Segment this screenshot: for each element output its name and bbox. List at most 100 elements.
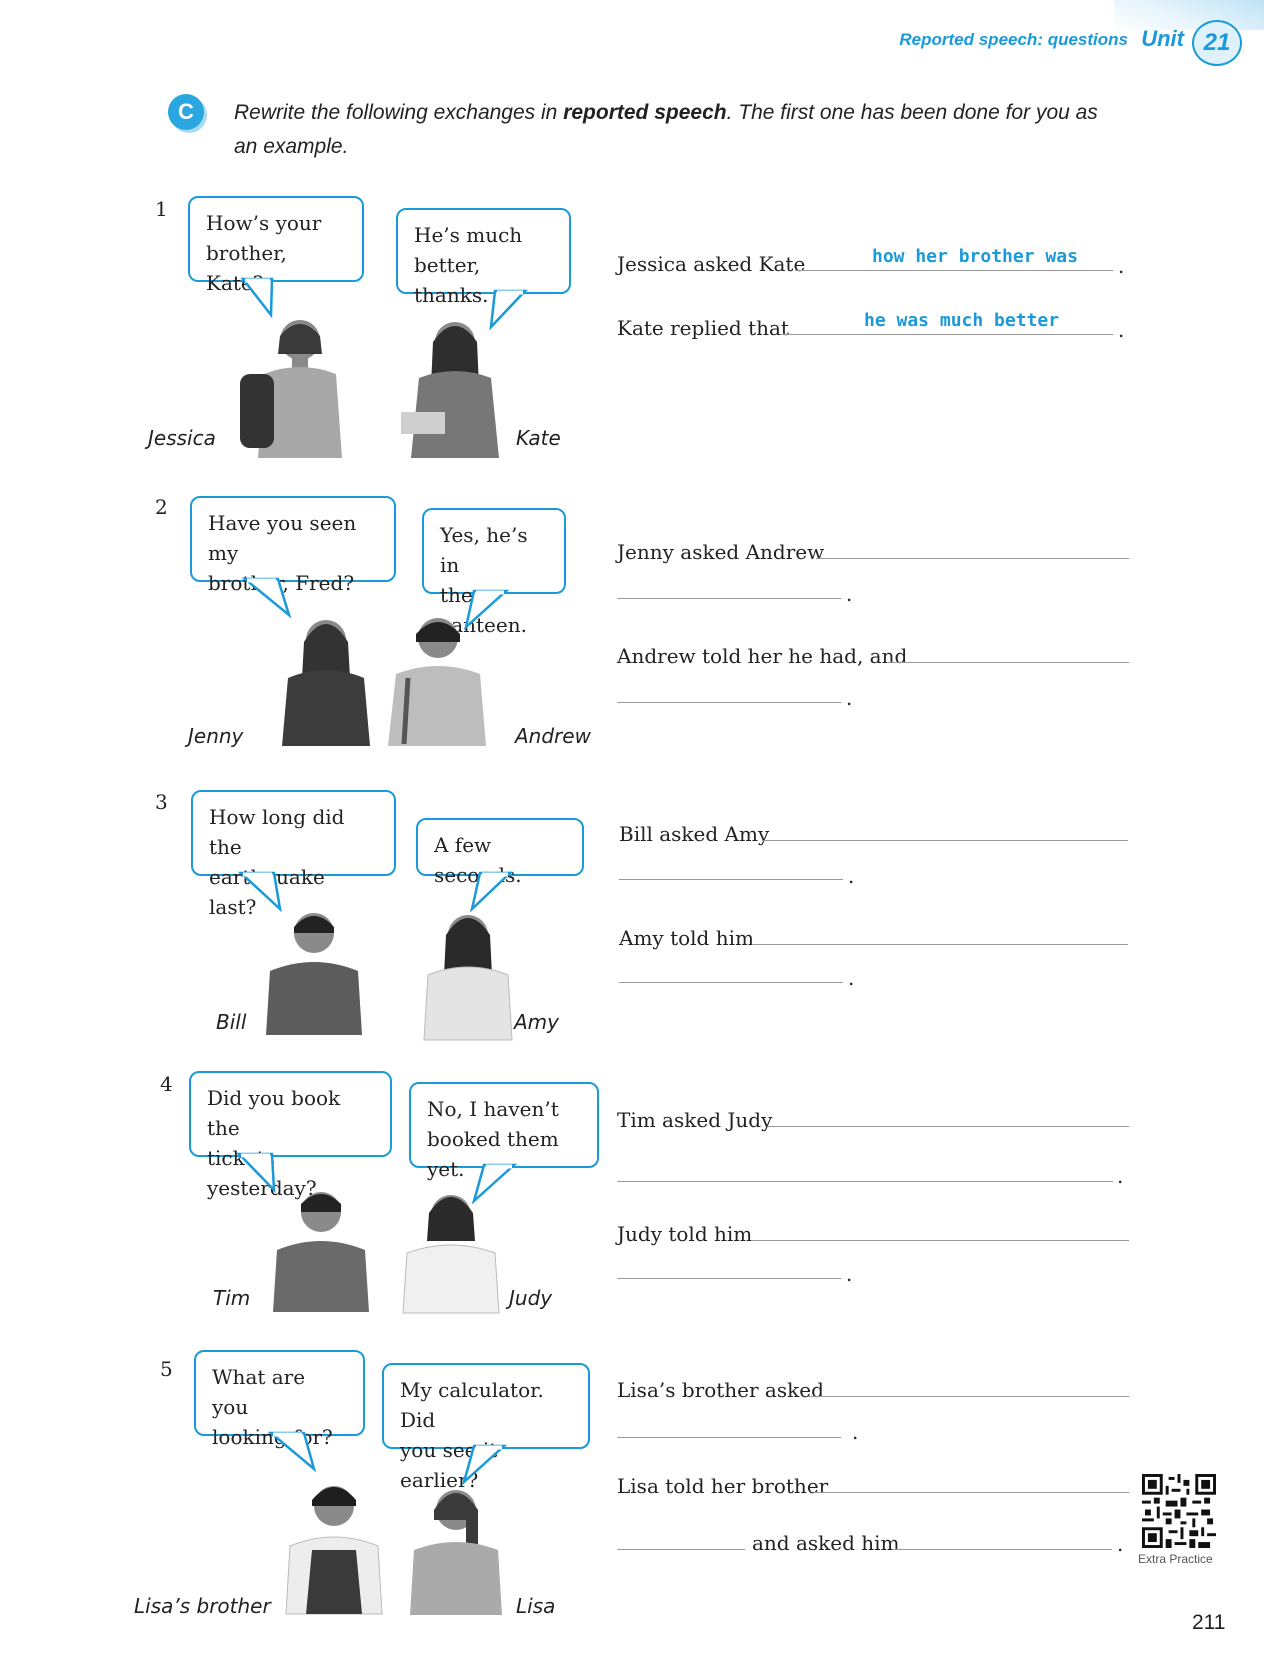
sentence-prompt: Andrew told her he had, and xyxy=(617,644,908,668)
answer-line[interactable] xyxy=(617,1181,1113,1182)
unit-number-badge: 21 xyxy=(1192,20,1242,66)
photo-jenny xyxy=(282,620,370,746)
speech-bubble-left: What are you looking for? xyxy=(194,1350,365,1449)
sentence-prompt: Lisa’s brother asked xyxy=(617,1378,824,1402)
speech-bubble-right: He’s much better, thanks. xyxy=(396,208,571,307)
photo-amy xyxy=(423,915,513,1041)
end-dot: . xyxy=(846,1262,853,1286)
answer-line[interactable] xyxy=(768,1126,1129,1127)
photo-jessica xyxy=(240,320,342,458)
answer-text: he was much better xyxy=(864,310,1060,331)
speech-bubble-right: My calculator. Did you see it earlier? xyxy=(382,1363,590,1492)
photo-tim xyxy=(273,1192,369,1312)
section-letter-badge: C xyxy=(168,94,204,130)
header-title: Reported speech: questions xyxy=(899,30,1128,49)
sentence-prompt: Judy told him xyxy=(617,1222,753,1246)
sentence-prompt: Amy told him xyxy=(619,926,754,950)
photo-lisas-brother xyxy=(285,1486,383,1615)
answer-line[interactable] xyxy=(617,1437,841,1438)
answer-line[interactable] xyxy=(795,270,1113,271)
person-name-left: Lisa’s brother xyxy=(134,1594,271,1618)
bubble-line: Yes, he’s in xyxy=(440,523,528,577)
person-name-right: Kate xyxy=(516,426,561,450)
bubble-line: How’s your xyxy=(206,211,322,235)
speech-bubble-right: No, I haven’t booked them yet. xyxy=(409,1082,599,1181)
page-number: 211 xyxy=(1192,1611,1226,1634)
end-dot: . xyxy=(1118,254,1125,278)
answer-line[interactable] xyxy=(808,1396,1129,1397)
speech-bubble-left: Did you book the tickets yesterday? xyxy=(189,1071,392,1200)
answer-line[interactable] xyxy=(814,1492,1129,1493)
answer-line[interactable] xyxy=(780,334,1113,335)
bubble-line: My calculator. Did xyxy=(400,1378,544,1432)
bubble-line: better, thanks. xyxy=(414,253,489,307)
speech-bubble-left: How long did the earthquake last? xyxy=(191,790,396,919)
speech-bubble-left: How’s your brother, Kate? xyxy=(188,196,364,295)
answer-line[interactable] xyxy=(816,558,1129,559)
instructions-bold: reported speech xyxy=(563,101,727,124)
bubble-line: How long did the xyxy=(209,805,345,859)
exercise-number: 4 xyxy=(160,1072,173,1096)
person-name-right: Judy xyxy=(509,1286,553,1310)
answer-line[interactable] xyxy=(888,662,1129,663)
bubble-tail xyxy=(240,277,274,319)
bubble-line: What are you xyxy=(212,1365,306,1419)
answer-line[interactable] xyxy=(751,1240,1129,1241)
sentence-prompt: Lisa told her brother xyxy=(617,1474,829,1498)
corner-decoration xyxy=(1114,0,1264,30)
photo-kate xyxy=(401,322,499,458)
end-dot: . xyxy=(846,686,853,710)
person-name-right: Lisa xyxy=(516,1594,556,1618)
answer-line[interactable] xyxy=(752,944,1128,945)
instructions-part1: Rewrite the following exchanges in xyxy=(234,101,564,124)
answer-line[interactable] xyxy=(762,840,1128,841)
person-name-left: Jessica xyxy=(148,426,216,450)
sentence-prompt: Kate replied that xyxy=(617,316,789,340)
end-dot: . xyxy=(1118,318,1125,342)
end-dot: . xyxy=(1117,1164,1124,1188)
answer-text: how her brother was xyxy=(872,246,1078,267)
person-name-left: Tim xyxy=(213,1286,251,1310)
photo-judy xyxy=(402,1195,500,1314)
person-name-right: Andrew xyxy=(515,724,591,748)
answer-line[interactable] xyxy=(617,598,841,599)
bubble-line: Did you book the xyxy=(207,1086,341,1140)
bubble-line: Have you seen my xyxy=(208,511,357,565)
bubble-tail xyxy=(267,1431,317,1473)
speech-bubble-right: Yes, he’s in the canteen. xyxy=(422,508,566,637)
person-name-left: Bill xyxy=(216,1010,247,1034)
exercise-number: 3 xyxy=(155,790,168,814)
answer-line[interactable] xyxy=(619,982,843,983)
photo-andrew xyxy=(388,618,486,746)
answer-line[interactable] xyxy=(893,1549,1112,1550)
end-dot: . xyxy=(848,864,855,888)
sentence-prompt: and asked him xyxy=(752,1531,900,1555)
bubble-line: He’s much xyxy=(414,223,523,247)
sentence-prompt: Jessica asked Kate xyxy=(617,252,806,276)
answer-line[interactable] xyxy=(617,1278,841,1279)
end-dot: . xyxy=(852,1420,859,1444)
end-dot: . xyxy=(846,582,853,606)
bubble-line: No, I haven’t xyxy=(427,1097,559,1121)
qr-label: Extra Practice xyxy=(1138,1552,1213,1566)
exercise-number: 5 xyxy=(160,1357,173,1381)
exercise-number: 1 xyxy=(155,197,168,221)
sentence-prompt: Jenny asked Andrew xyxy=(617,540,825,564)
answer-line[interactable] xyxy=(617,1549,745,1550)
instructions: Rewrite the following exchanges in repor… xyxy=(234,96,1114,164)
exercise-number: 2 xyxy=(155,495,168,519)
speech-bubble-right: A few seconds. xyxy=(416,818,584,887)
person-name-right: Amy xyxy=(514,1010,559,1034)
sentence-prompt: Tim asked Judy xyxy=(617,1108,773,1132)
end-dot: . xyxy=(848,966,855,990)
answer-line[interactable] xyxy=(617,702,841,703)
header-unit-label: Unit xyxy=(1141,26,1184,51)
speech-bubble-left: Have you seen my brother, Fred? xyxy=(190,496,396,595)
sentence-prompt: Bill asked Amy xyxy=(619,822,770,846)
person-name-left: Jenny xyxy=(188,724,244,748)
answer-line[interactable] xyxy=(619,879,843,880)
photo-lisa xyxy=(410,1490,502,1615)
photo-bill xyxy=(266,913,362,1035)
end-dot: . xyxy=(1117,1532,1124,1556)
qr-code-icon[interactable] xyxy=(1142,1474,1216,1548)
